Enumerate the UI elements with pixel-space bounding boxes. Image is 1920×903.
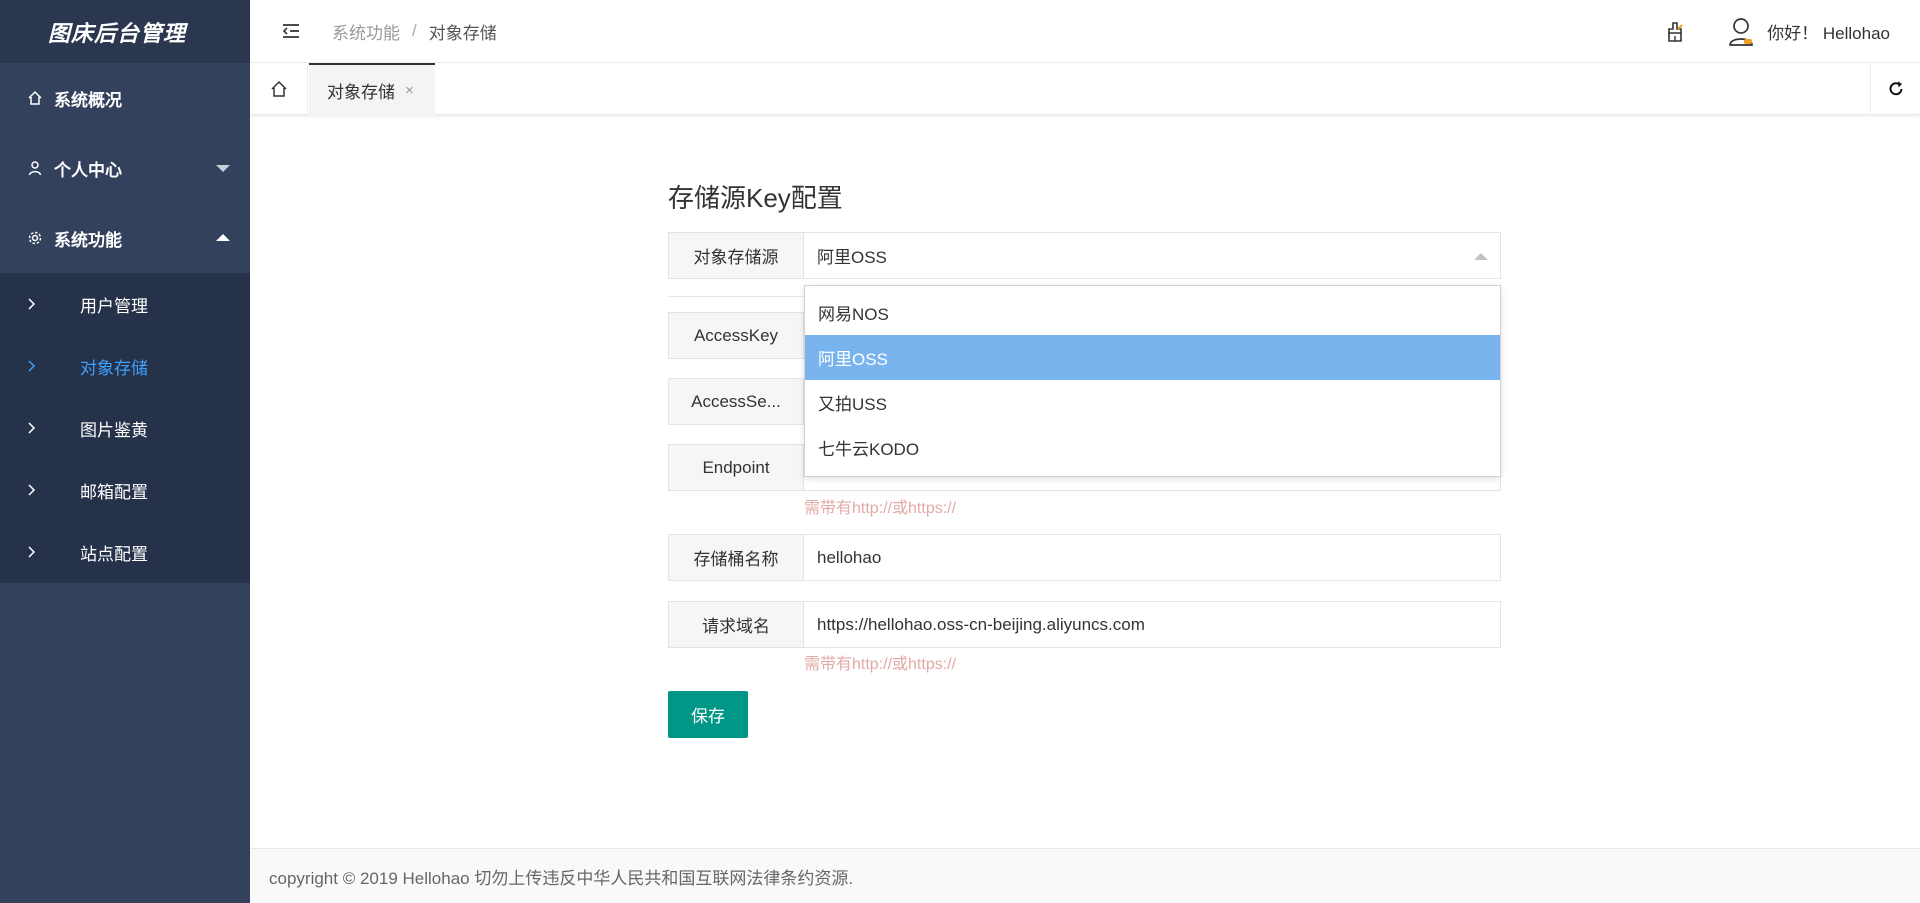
tab-home[interactable] — [250, 63, 308, 115]
sidebar: 图床后台管理 系统概况 个人中心 系统功能 用户管理 对象存储 图片鉴黄 邮箱配… — [0, 0, 250, 903]
refresh-icon — [1889, 81, 1902, 96]
sidebar-item-label: 系统功能 — [54, 230, 122, 250]
sidebar-item-label: 系统概况 — [54, 90, 122, 110]
close-icon[interactable]: × — [405, 82, 414, 99]
page-title: 存储源Key配置 — [668, 183, 843, 213]
sidebar-item-label: 站点配置 — [80, 544, 148, 564]
footer-copyright: copyright © 2019 Hellohao 切勿上传违反中华人民共和国互… — [269, 868, 854, 888]
bucket-input[interactable]: hellohao — [804, 534, 1501, 581]
sidebar-item-email-config[interactable]: 邮箱配置 — [0, 459, 250, 521]
dropdown-option[interactable]: 七牛云KODO — [805, 425, 1500, 470]
sidebar-submenu: 用户管理 对象存储 图片鉴黄 邮箱配置 站点配置 — [0, 273, 250, 583]
sidebar-item-profile[interactable]: 个人中心 — [0, 133, 250, 203]
dropdown-option[interactable]: 又拍USS — [805, 380, 1500, 425]
chevron-down-icon — [216, 165, 230, 172]
chevron-right-icon — [28, 298, 36, 310]
storage-source-dropdown: 网易NOS 阿里OSS 又拍USS 七牛云KODO — [804, 285, 1501, 477]
breadcrumb: 系统功能 / 对象存储 — [332, 19, 497, 44]
endpoint-label: Endpoint — [668, 444, 804, 491]
menu-toggle-icon[interactable] — [280, 20, 302, 42]
domain-hint: 需带有http://或https:// — [804, 656, 957, 673]
storage-source-label: 对象存储源 — [668, 232, 804, 279]
tabs-bar: 对象存储 × — [250, 63, 1920, 115]
chevron-right-icon — [28, 360, 36, 372]
chevron-up-icon — [1474, 253, 1488, 260]
footer: copyright © 2019 Hellohao 切勿上传违反中华人民共和国互… — [250, 848, 1920, 903]
gear-icon — [26, 229, 44, 247]
user-greeting[interactable]: 你好！ Hellohao — [1767, 19, 1890, 44]
home-icon — [26, 89, 44, 107]
breadcrumb-separator: / — [412, 21, 417, 40]
chevron-right-icon — [28, 546, 36, 558]
chevron-up-icon — [216, 234, 230, 241]
sidebar-item-object-storage[interactable]: 对象存储 — [0, 335, 250, 397]
domain-label: 请求域名 — [668, 601, 804, 648]
dropdown-option-selected[interactable]: 阿里OSS — [805, 335, 1500, 380]
chevron-right-icon — [28, 484, 36, 496]
save-button[interactable]: 保存 — [668, 691, 748, 738]
sidebar-item-overview[interactable]: 系统概况 — [0, 63, 250, 133]
sidebar-item-image-moderation[interactable]: 图片鉴黄 — [0, 397, 250, 459]
brush-icon[interactable] — [1663, 20, 1687, 44]
access-secret-label: AccessSe... — [668, 378, 804, 425]
tab-label: 对象存储 — [327, 82, 395, 102]
dropdown-option[interactable]: 网易NOS — [805, 290, 1500, 335]
storage-source-value: 阿里OSS — [817, 248, 887, 267]
user-icon — [26, 159, 44, 177]
storage-source-row: 对象存储源 阿里OSS — [668, 232, 1501, 279]
breadcrumb-parent[interactable]: 系统功能 — [332, 19, 400, 44]
access-key-label: AccessKey — [668, 312, 804, 359]
divider — [668, 296, 808, 297]
top-header: 系统功能 / 对象存储 你好！ Hellohao — [250, 0, 1920, 63]
bucket-row: 存储桶名称 hellohao — [668, 534, 1501, 581]
sidebar-item-label: 个人中心 — [54, 160, 122, 180]
home-icon — [270, 80, 287, 97]
bucket-label: 存储桶名称 — [668, 534, 804, 581]
avatar-icon[interactable] — [1727, 17, 1755, 47]
refresh-button[interactable] — [1870, 63, 1920, 115]
sidebar-item-site-config[interactable]: 站点配置 — [0, 521, 250, 583]
chevron-right-icon — [28, 422, 36, 434]
breadcrumb-current: 对象存储 — [428, 23, 497, 43]
sidebar-item-label: 图片鉴黄 — [80, 420, 148, 440]
domain-input[interactable]: https://hellohao.oss-cn-beijing.aliyuncs… — [804, 601, 1501, 648]
header-right: 你好！ Hellohao — [1663, 0, 1890, 63]
endpoint-hint: 需带有http://或https:// — [804, 500, 957, 517]
sidebar-item-users[interactable]: 用户管理 — [0, 273, 250, 335]
app-logo: 图床后台管理 — [0, 0, 250, 63]
sidebar-item-label: 对象存储 — [80, 358, 148, 378]
sidebar-item-label: 邮箱配置 — [80, 482, 148, 502]
tab-object-storage[interactable]: 对象存储 × — [309, 63, 435, 115]
storage-source-select[interactable]: 阿里OSS — [804, 232, 1501, 279]
domain-row: 请求域名 https://hellohao.oss-cn-beijing.ali… — [668, 601, 1501, 648]
sidebar-item-label: 用户管理 — [80, 296, 148, 316]
sidebar-item-system[interactable]: 系统功能 — [0, 203, 250, 273]
